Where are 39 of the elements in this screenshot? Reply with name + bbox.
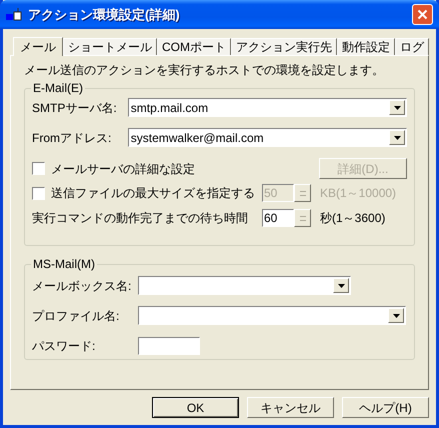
- tab[interactable]: COMポート: [157, 38, 231, 55]
- range-label: 秒(1～3600): [320, 210, 386, 227]
- group-title: MS-Mail(M): [31, 257, 97, 271]
- caret-icon: [394, 106, 400, 110]
- spinner-button[interactable]: [294, 209, 311, 227]
- tab[interactable]: ショートメール: [63, 38, 157, 55]
- window-title: アクション環境設定(詳細): [28, 6, 181, 24]
- field-label: パスワード:: [32, 338, 96, 354]
- password-field[interactable]: [138, 336, 200, 354]
- group-title: E-Mail(E): [31, 81, 85, 95]
- combo-box[interactable]: [138, 306, 406, 325]
- tab[interactable]: アクション実行先: [231, 38, 337, 55]
- dialog-button[interactable]: ヘルプ(H): [342, 397, 429, 418]
- field-label: Fromアドレス:: [32, 130, 112, 146]
- close-icon: [417, 9, 428, 20]
- field-label: SMTPサーバ名:: [32, 100, 118, 116]
- checkbox-label: メールサーバの詳細な設定: [51, 160, 196, 178]
- combo-box[interactable]: smtp.mail.com: [128, 98, 407, 117]
- combo-box[interactable]: systemwalker@mail.com: [128, 128, 407, 147]
- tab[interactable]: 動作設定: [337, 38, 395, 55]
- close-button[interactable]: [412, 4, 433, 25]
- dialog-button[interactable]: OK: [152, 397, 239, 418]
- description: メール送信のアクションを実行するホストでの環境を設定します。: [24, 62, 385, 78]
- field-label: メールボックス名:: [32, 278, 132, 294]
- checkbox[interactable]: [32, 162, 45, 175]
- caret-icon: [394, 136, 400, 140]
- combo-box[interactable]: [138, 276, 351, 295]
- tab[interactable]: ログ: [395, 38, 429, 55]
- caret-icon: [392, 314, 400, 318]
- field-label: プロファイル名:: [32, 308, 120, 324]
- field-label: 実行コマンドの動作完了までの待ち時間: [32, 210, 249, 227]
- dialog-button[interactable]: キャンセル: [247, 397, 334, 418]
- spinner-button[interactable]: [294, 184, 311, 202]
- app-icon: [6, 8, 22, 22]
- number-field[interactable]: 60: [262, 209, 294, 227]
- tab[interactable]: メール: [13, 37, 63, 56]
- caret-icon: [338, 284, 344, 288]
- range-label: KB(1～10000): [320, 185, 396, 202]
- checkbox-label: 送信ファイルの最大サイズを指定する: [51, 185, 256, 202]
